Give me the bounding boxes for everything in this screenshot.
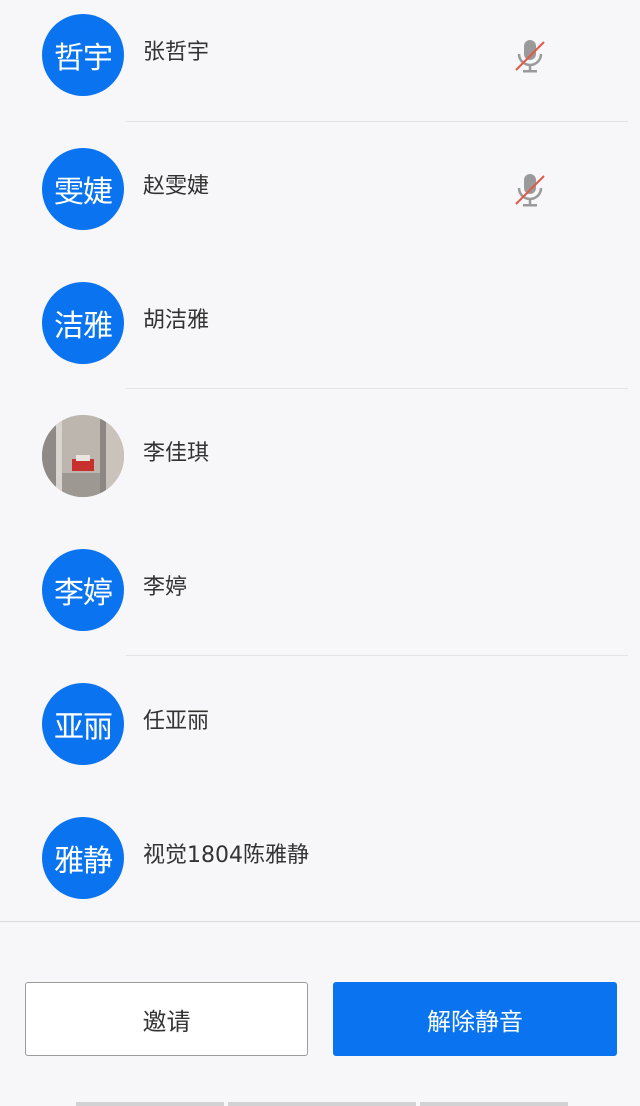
participant-row[interactable]: 雯婕 赵雯婕	[0, 134, 640, 268]
avatar-photo	[42, 415, 124, 497]
avatar: 亚丽	[42, 683, 124, 765]
participant-name: 李佳琪	[143, 441, 210, 466]
participant-name: 胡洁雅	[143, 308, 210, 333]
action-bar: 邀请 解除静音	[0, 921, 640, 1106]
avatar: 哲宇	[42, 14, 124, 96]
participant-row[interactable]: 洁雅 胡洁雅	[0, 268, 640, 402]
divider	[126, 655, 628, 656]
participant-row[interactable]: 亚丽 任亚丽	[0, 669, 640, 803]
photo-image	[42, 415, 124, 497]
participant-row[interactable]: 李婷 李婷	[0, 535, 640, 669]
participant-name: 张哲宇	[143, 40, 210, 65]
avatar: 雯婕	[42, 148, 124, 230]
indicator-segment	[420, 1102, 568, 1106]
bottom-indicator	[76, 1102, 568, 1106]
mic-muted-icon	[515, 40, 545, 73]
avatar: 李婷	[42, 549, 124, 631]
indicator-segment	[76, 1102, 224, 1106]
participant-name: 李婷	[143, 575, 188, 600]
participant-row[interactable]: 李佳琪	[0, 401, 640, 535]
invite-button[interactable]: 邀请	[25, 982, 308, 1056]
unmute-button[interactable]: 解除静音	[333, 982, 617, 1056]
participant-name: 视觉1804陈雅静	[143, 843, 309, 868]
avatar: 洁雅	[42, 282, 124, 364]
divider	[126, 121, 628, 122]
participant-name: 任亚丽	[143, 709, 210, 734]
participant-name: 赵雯婕	[143, 174, 210, 199]
participant-row[interactable]: 哲宇 张哲宇	[0, 0, 640, 134]
avatar: 雅静	[42, 817, 124, 899]
mic-muted-icon	[515, 174, 545, 207]
indicator-segment	[228, 1102, 416, 1106]
divider	[126, 388, 628, 389]
participant-row[interactable]: 雅静 视觉1804陈雅静	[0, 803, 640, 937]
